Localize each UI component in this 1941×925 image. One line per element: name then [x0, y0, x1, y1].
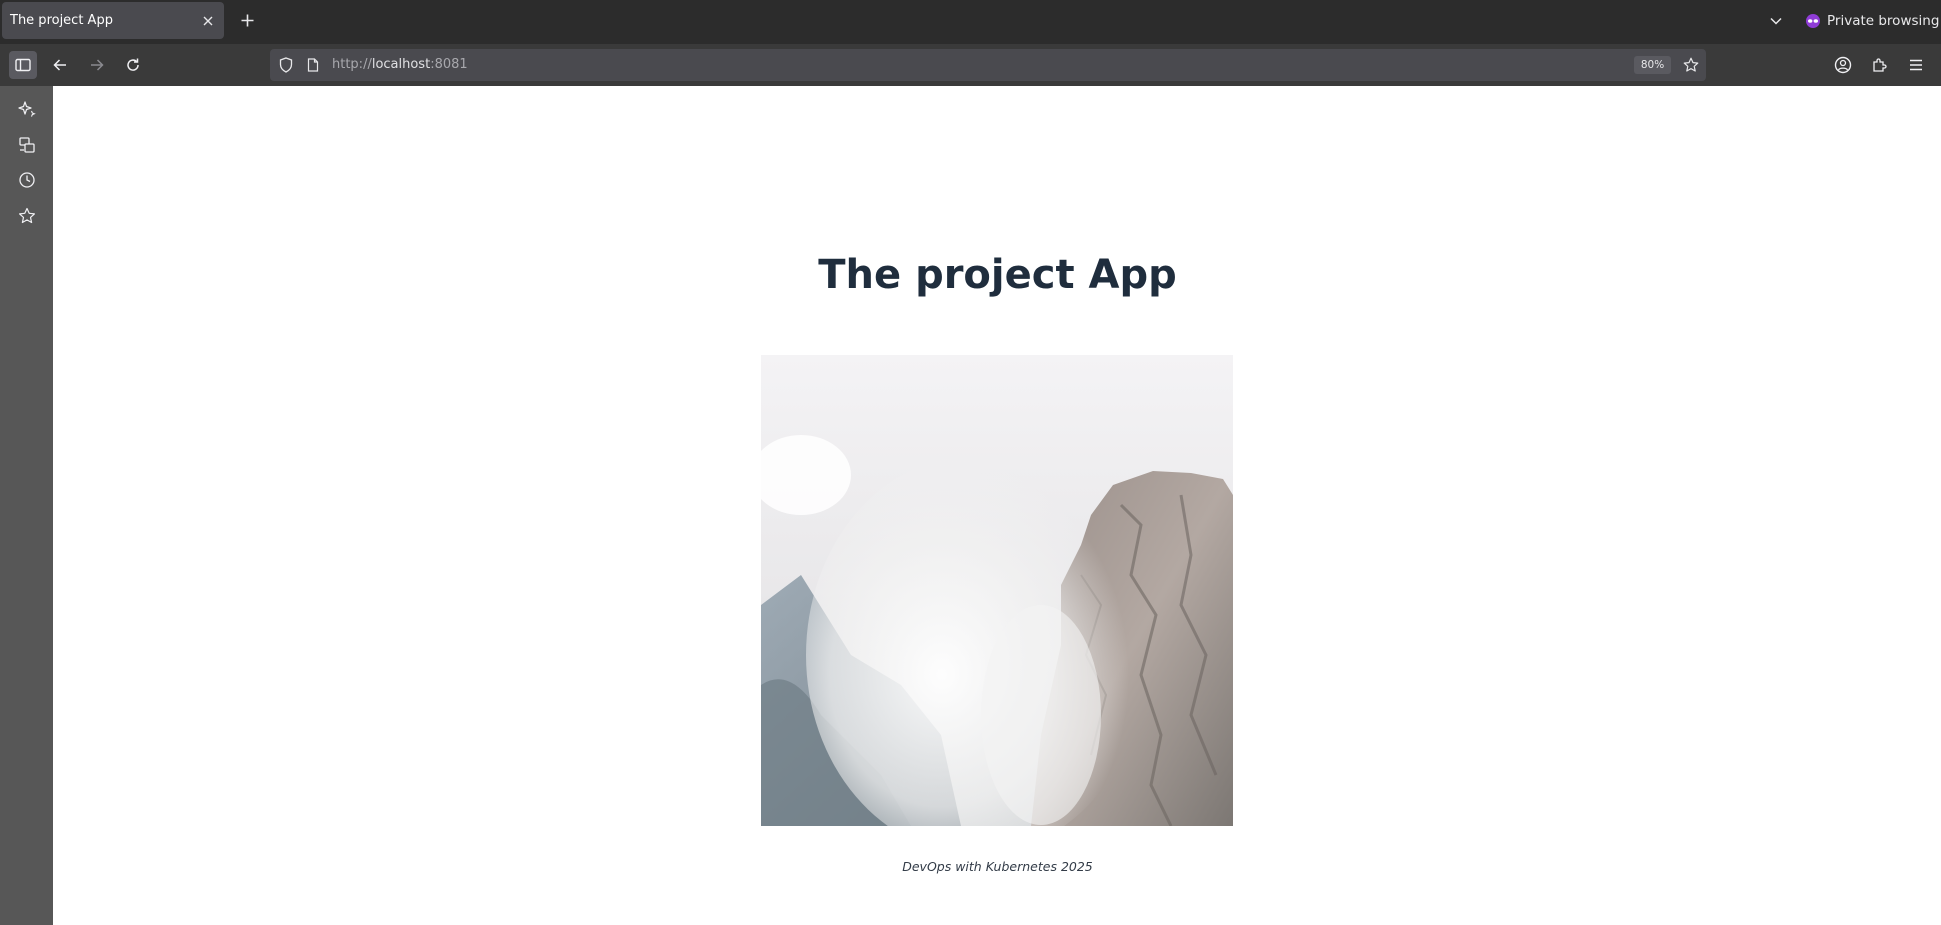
tab-strip: The project App Private browsing	[0, 0, 1941, 44]
new-tab-icon[interactable]	[240, 13, 255, 28]
browser-sidebar	[0, 86, 53, 925]
account-button[interactable]	[1829, 51, 1857, 79]
url-host: localhost	[371, 57, 431, 72]
account-icon	[1834, 56, 1852, 74]
sidebar-item-bookmarks[interactable]	[15, 204, 39, 228]
sidebar-toggle-button[interactable]	[9, 51, 37, 79]
shield-icon[interactable]	[279, 57, 293, 73]
url-text[interactable]: http://localhost:8081	[332, 57, 468, 72]
hero-image	[761, 355, 1233, 826]
page-content: The project App DevOps with Kubernetes 2…	[54, 86, 1941, 925]
synced-tabs-icon	[19, 137, 35, 153]
url-protocol: http://	[332, 57, 372, 72]
zoom-level-button[interactable]: 80%	[1634, 56, 1671, 74]
bookmarks-icon	[19, 207, 35, 224]
tab-title: The project App	[10, 13, 113, 28]
arrow-left-icon	[53, 59, 66, 71]
extensions-button[interactable]	[1866, 51, 1894, 79]
mountain-in-fog-image	[761, 355, 1233, 826]
history-icon	[19, 172, 35, 188]
reload-button[interactable]	[119, 51, 147, 79]
tab-active[interactable]: The project App	[2, 2, 224, 39]
private-mask-icon	[1806, 14, 1820, 28]
sidebar-item-history[interactable]	[15, 168, 39, 192]
ai-chat-icon	[18, 101, 36, 117]
page-title: The project App	[818, 252, 1177, 298]
url-port: :8081	[430, 57, 468, 72]
sidebar-item-synced-tabs[interactable]	[15, 133, 39, 157]
private-browsing-label: Private browsing	[1827, 13, 1940, 29]
sidebar-icon	[15, 58, 31, 72]
arrow-right-icon	[91, 59, 104, 71]
footer-text: DevOps with Kubernetes 2025	[902, 859, 1093, 874]
close-icon[interactable]	[201, 14, 215, 28]
chevron-down-icon[interactable]	[1769, 14, 1783, 28]
navigation-toolbar: http://localhost:8081 80%	[0, 44, 1941, 86]
star-icon[interactable]	[1683, 57, 1699, 73]
sidebar-item-ai-chat[interactable]	[15, 97, 39, 121]
menu-button[interactable]	[1902, 51, 1930, 79]
hamburger-icon	[1910, 59, 1922, 71]
reload-icon	[127, 58, 139, 71]
private-browsing-indicator: Private browsing	[1805, 10, 1939, 32]
puzzle-icon	[1873, 58, 1887, 72]
page-icon[interactable]	[307, 58, 319, 72]
address-bar[interactable]: http://localhost:8081 80%	[270, 49, 1706, 81]
back-button[interactable]	[46, 51, 74, 79]
forward-button[interactable]	[83, 51, 111, 79]
